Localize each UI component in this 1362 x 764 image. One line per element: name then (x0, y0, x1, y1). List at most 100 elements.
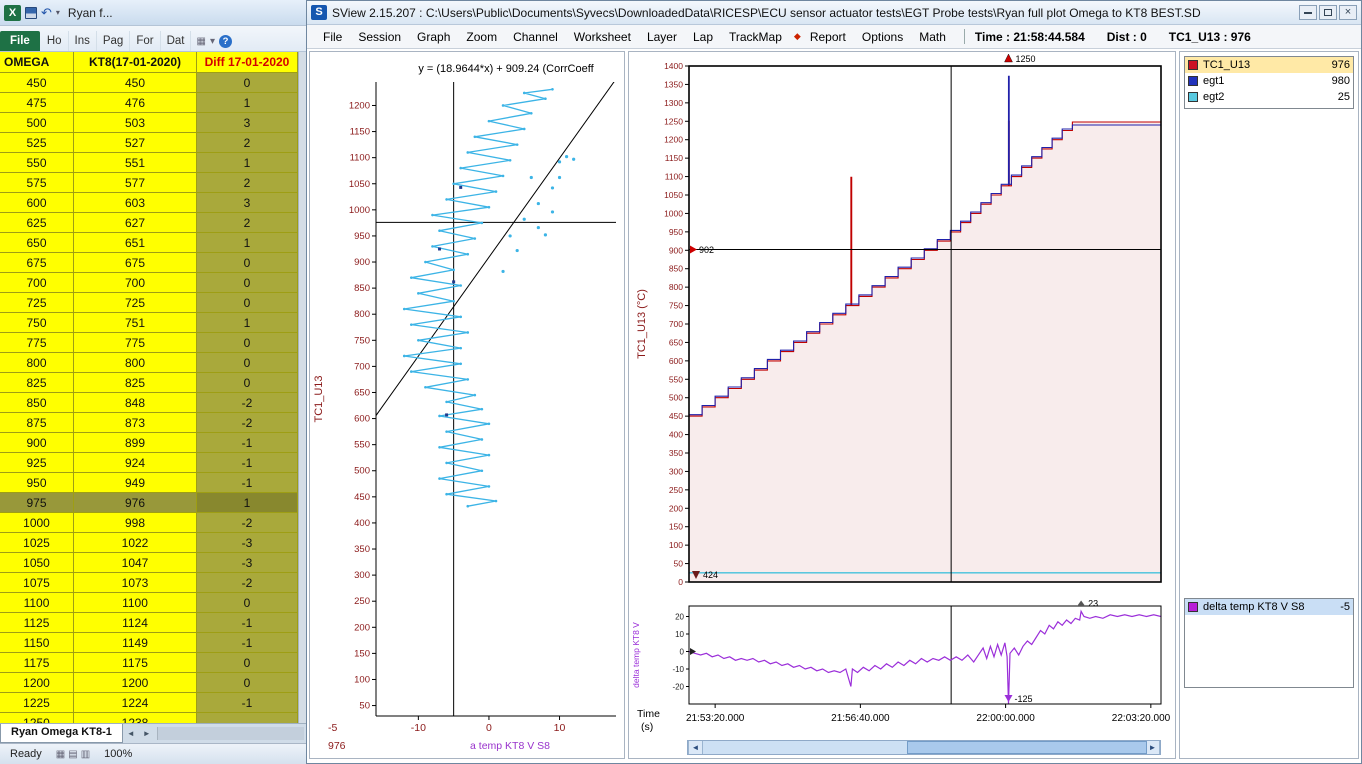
cell[interactable]: 1073 (74, 573, 197, 593)
cell[interactable]: 1 (197, 493, 298, 513)
cell[interactable]: 1125 (0, 613, 74, 633)
cell[interactable]: 500 (0, 113, 74, 133)
cell[interactable]: 0 (197, 333, 298, 353)
cell[interactable]: 848 (74, 393, 197, 413)
cell[interactable]: 0 (197, 273, 298, 293)
quick-access-caret-icon[interactable]: ▾ (56, 8, 60, 17)
menu-graph[interactable]: Graph (409, 27, 458, 47)
cell[interactable]: 725 (0, 293, 74, 313)
cell[interactable]: 998 (74, 513, 197, 533)
undo-icon[interactable]: ↶ (41, 6, 52, 19)
cell[interactable]: 900 (0, 433, 74, 453)
excel-app-icon[interactable]: X (4, 5, 21, 21)
menu-file[interactable]: File (315, 27, 350, 47)
scrollbar-thumb[interactable] (907, 741, 1147, 754)
cell[interactable]: 651 (74, 233, 197, 253)
cell[interactable]: 1175 (74, 653, 197, 673)
cell[interactable]: -1 (197, 633, 298, 653)
temperature-chart[interactable]: 0501001502002503003504004505005506006507… (629, 52, 1175, 598)
cell[interactable]: 450 (74, 73, 197, 93)
cell[interactable]: 800 (0, 353, 74, 373)
cell[interactable]: 1100 (0, 593, 74, 613)
cell[interactable]: 577 (74, 173, 197, 193)
cell[interactable]: 775 (0, 333, 74, 353)
cell[interactable]: 700 (0, 273, 74, 293)
legend-item[interactable]: TC1_U13976 (1185, 57, 1353, 73)
cell[interactable]: 2 (197, 133, 298, 153)
cell[interactable]: 1100 (74, 593, 197, 613)
legend-item[interactable]: egt225 (1185, 89, 1353, 105)
cell[interactable]: 0 (197, 293, 298, 313)
cell[interactable]: 575 (0, 173, 74, 193)
cell[interactable]: 875 (0, 413, 74, 433)
cell[interactable]: 825 (0, 373, 74, 393)
cell[interactable]: 675 (74, 253, 197, 273)
legend-item[interactable]: delta temp KT8 V S8-5 (1185, 599, 1353, 615)
cell[interactable]: 2 (197, 173, 298, 193)
cell[interactable]: 850 (0, 393, 74, 413)
cell[interactable]: -3 (197, 553, 298, 573)
cell[interactable]: 1175 (0, 653, 74, 673)
cell[interactable]: 775 (74, 333, 197, 353)
column-header-omega[interactable]: OMEGA (0, 52, 74, 73)
cell[interactable]: 650 (0, 233, 74, 253)
cell[interactable]: 825 (74, 373, 197, 393)
scatter-chart[interactable]: y = (18.9644*x) + 909.24 (CorrCoeff50100… (310, 52, 624, 756)
ribbon-tab-file[interactable]: File (0, 31, 40, 51)
cell[interactable]: 475 (0, 93, 74, 113)
cell[interactable]: 550 (0, 153, 74, 173)
cell[interactable]: 0 (197, 673, 298, 693)
cell[interactable]: 800 (74, 353, 197, 373)
cell[interactable]: 0 (197, 73, 298, 93)
cell[interactable]: 600 (0, 193, 74, 213)
cell[interactable]: 1047 (74, 553, 197, 573)
view-break-icon[interactable]: ▥ (81, 749, 90, 760)
zoom-level[interactable]: 100% (104, 748, 132, 760)
ribbon-tab-ins[interactable]: Ins (69, 31, 97, 51)
cell[interactable]: 527 (74, 133, 197, 153)
cell[interactable]: -3 (197, 533, 298, 553)
menu-worksheet[interactable]: Worksheet (566, 27, 639, 47)
cell[interactable]: 751 (74, 313, 197, 333)
cell[interactable]: 1250 (0, 713, 74, 723)
sheet-nav-right-icon[interactable]: ► (139, 724, 155, 743)
cell[interactable] (197, 713, 298, 723)
sheet-nav-left-icon[interactable]: ◄ (123, 724, 139, 743)
ribbon-tab-pag[interactable]: Pag (97, 31, 130, 51)
ribbon-tab-ho[interactable]: Ho (41, 31, 69, 51)
cell[interactable]: 873 (74, 413, 197, 433)
cell[interactable]: 1 (197, 93, 298, 113)
menu-session[interactable]: Session (350, 27, 409, 47)
cell[interactable]: 1 (197, 313, 298, 333)
menu-trackmap[interactable]: TrackMap (721, 27, 790, 47)
cell[interactable]: 0 (197, 593, 298, 613)
cell[interactable]: -1 (197, 453, 298, 473)
cell[interactable]: 1075 (0, 573, 74, 593)
cell[interactable]: 949 (74, 473, 197, 493)
cell[interactable]: 899 (74, 433, 197, 453)
menu-layer[interactable]: Layer (639, 27, 685, 47)
view-normal-icon[interactable]: ▦ (56, 749, 65, 760)
cell[interactable]: 950 (0, 473, 74, 493)
menu-report[interactable]: Report (802, 27, 854, 47)
sheet-tab[interactable]: Ryan Omega KT8-1 (0, 724, 123, 743)
cell[interactable]: 551 (74, 153, 197, 173)
minimize-button[interactable] (1299, 5, 1317, 20)
column-header-diff[interactable]: Diff 17-01-2020 (197, 52, 298, 73)
menu-options[interactable]: Options (854, 27, 911, 47)
cell[interactable]: 0 (197, 253, 298, 273)
cell[interactable]: 700 (74, 273, 197, 293)
cell[interactable]: -1 (197, 693, 298, 713)
cell[interactable]: 1 (197, 153, 298, 173)
excel-vertical-scrollbar[interactable] (298, 52, 306, 723)
ribbon-tab-dat[interactable]: Dat (161, 31, 192, 51)
cell[interactable]: 627 (74, 213, 197, 233)
cell[interactable]: 1200 (0, 673, 74, 693)
cell[interactable]: 925 (0, 453, 74, 473)
view-layout-icon[interactable]: ▤ (68, 749, 77, 760)
cell[interactable]: -1 (197, 433, 298, 453)
cell[interactable]: 450 (0, 73, 74, 93)
cell[interactable]: -2 (197, 573, 298, 593)
cell[interactable]: 525 (0, 133, 74, 153)
menu-math[interactable]: Math (911, 27, 954, 47)
